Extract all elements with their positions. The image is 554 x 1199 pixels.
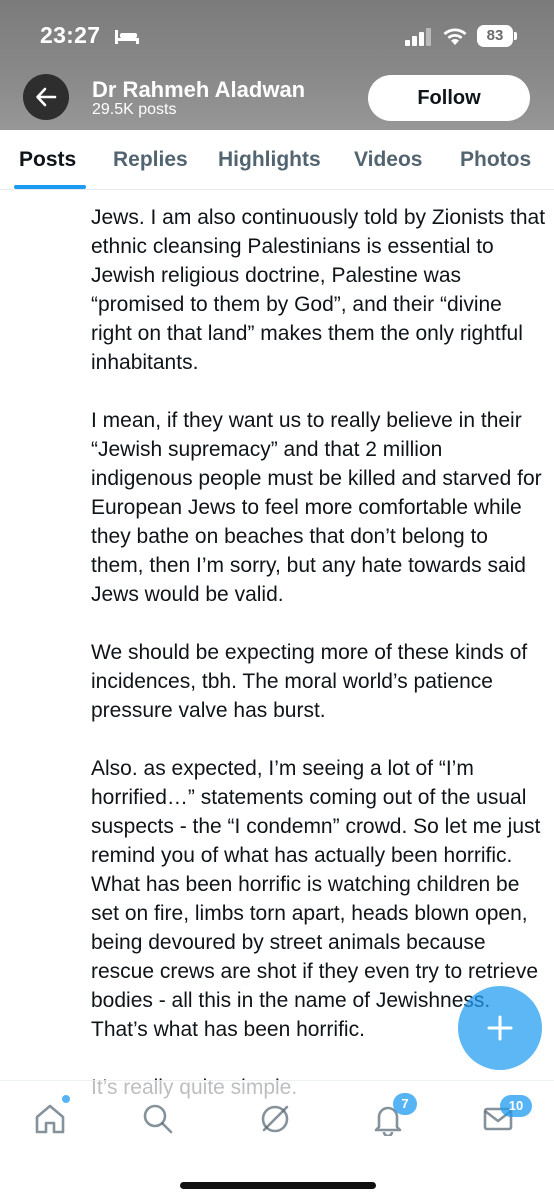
messages-badge: 10 [500,1095,532,1117]
app-screen: Jews. I am also continuously told by Zio… [0,0,554,1199]
back-button[interactable] [23,74,69,120]
nav-grok[interactable] [255,1099,295,1139]
follow-button[interactable]: Follow [368,75,530,121]
nav-home[interactable] [30,1099,70,1139]
tab-photos[interactable]: Photos [460,148,531,172]
cellular-signal-icon [405,28,431,46]
post-paragraph: Jews. I am also continuously told by Zio… [91,206,546,374]
home-unread-dot [62,1095,70,1103]
tab-highlights[interactable]: Highlights [218,148,321,172]
tab-replies[interactable]: Replies [113,148,188,172]
battery-tip [514,32,517,40]
post-body: Jews. I am also continuously told by Zio… [91,170,546,1131]
notifications-badge: 7 [393,1093,417,1115]
post-paragraph: We should be expecting more of these kin… [91,641,528,722]
post-count: 29.5K posts [92,101,177,118]
status-bar: 23:27 83 [0,0,554,70]
profile-tabs: Posts Replies Highlights Videos Photos [0,130,554,190]
tab-videos[interactable]: Videos [354,148,422,172]
compose-button[interactable] [458,986,542,1070]
plus-icon [487,1015,513,1041]
post-paragraph: Also. as expected, I’m seeing a lot of “… [91,757,541,867]
active-tab-indicator [14,185,86,189]
grok-icon [261,1105,289,1133]
post-paragraph: I mean, if they want us to really believ… [91,409,542,606]
battery-indicator: 83 [477,25,513,47]
tab-posts[interactable]: Posts [19,148,76,172]
search-icon [143,1104,173,1134]
home-indicator-bar[interactable] [180,1182,376,1189]
profile-name: Dr Rahmeh Aladwan [92,77,306,102]
clock: 23:27 [40,22,101,48]
nav-search[interactable] [138,1099,178,1139]
home-icon [35,1104,65,1134]
arrow-left-icon [36,87,57,107]
profile-header: 23:27 83 Dr Rahmeh Aladwan 29.5K posts F… [0,0,554,130]
wifi-icon [443,28,467,45]
bed-icon [115,30,139,44]
